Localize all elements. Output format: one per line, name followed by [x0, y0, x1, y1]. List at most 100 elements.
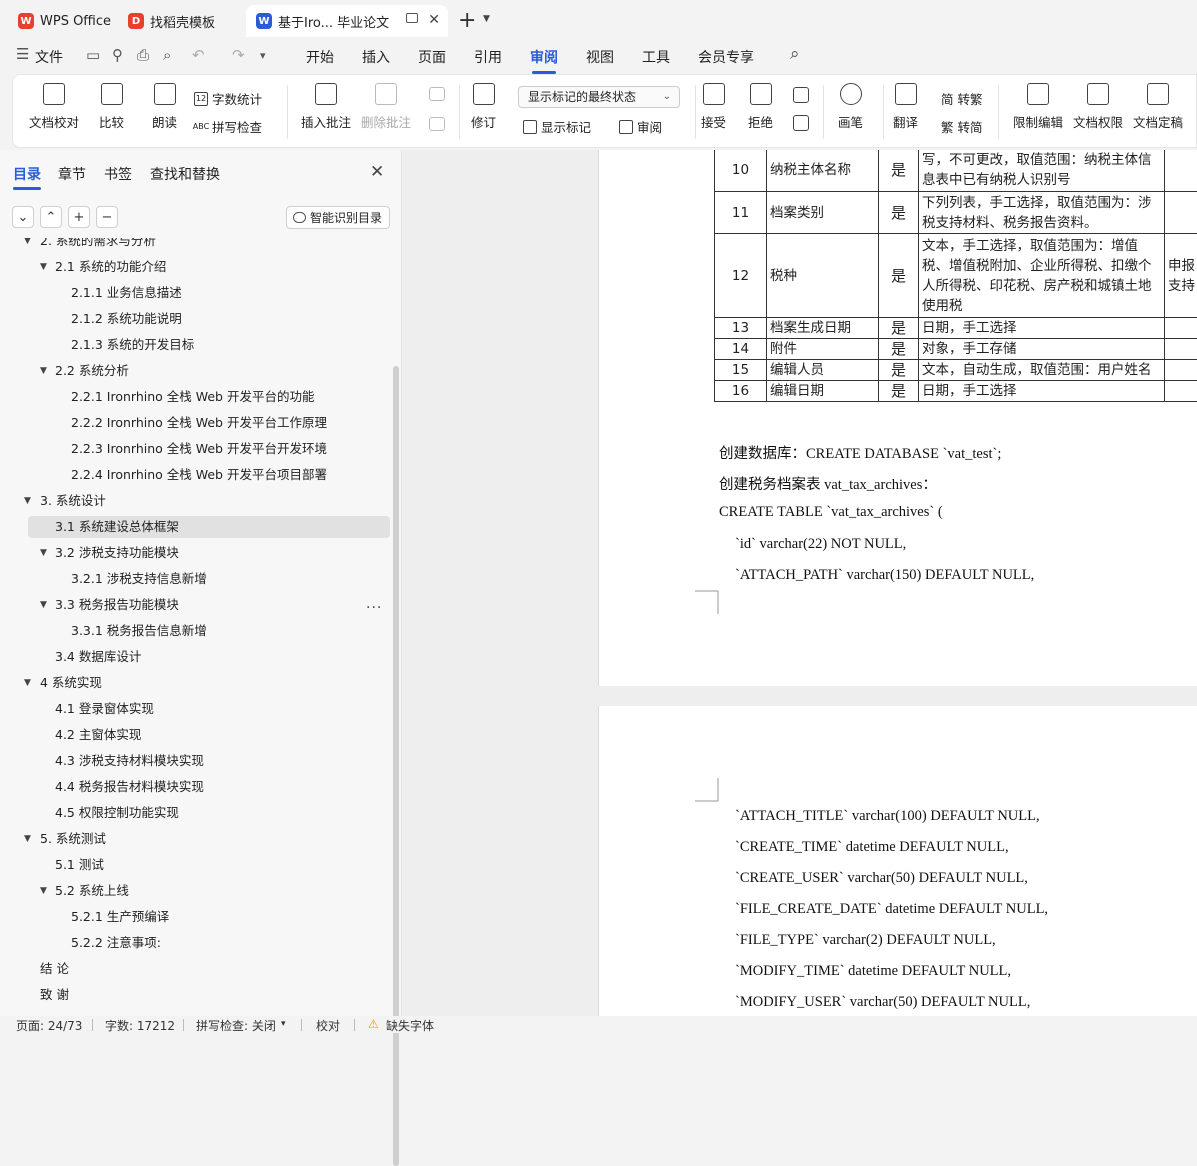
caret-down-icon[interactable]: ▼ — [24, 828, 31, 850]
caret-down-icon[interactable]: ▼ — [40, 542, 47, 564]
spell-check-indicator[interactable]: 拼写检查: 关闭 — [196, 1017, 276, 1034]
word-count-button[interactable]: 12 字数统计 — [194, 89, 262, 108]
toc-item[interactable]: ▼2.1 系统的功能介绍 — [0, 256, 392, 278]
caret-down-icon[interactable]: ▼ — [40, 256, 47, 278]
caret-down-icon[interactable]: ▼ — [24, 238, 31, 252]
undo-icon[interactable]: ↶ — [192, 46, 205, 64]
menu-icon[interactable]: ☰ — [16, 45, 29, 63]
prev-comment-button[interactable] — [429, 87, 445, 108]
nav-scrollbar[interactable] — [393, 366, 399, 1166]
toc-item[interactable]: 4.2 主窗体实现 — [0, 724, 392, 746]
doc-permission-button[interactable]: 文档权限 — [1073, 83, 1123, 131]
show-markup-button[interactable]: 显示标记 — [523, 117, 591, 136]
more-quick-icon[interactable]: ▾ — [260, 49, 266, 62]
toc-item[interactable]: 2.1.3 系统的开发目标 — [0, 334, 392, 356]
caret-down-icon[interactable]: ▼ — [40, 880, 47, 902]
share-icon[interactable]: ⚲ — [112, 46, 123, 64]
tab-wps-office[interactable]: W WPS Office — [8, 5, 113, 37]
toc-item[interactable]: ▼5.2 系统上线 — [0, 880, 392, 902]
print-preview-icon[interactable]: ⌕ — [163, 46, 171, 64]
toc-item[interactable]: 2.2.2 Ironrhino 全栈 Web 开发平台工作原理 — [0, 412, 392, 434]
close-tab-icon[interactable]: ✕ — [428, 12, 440, 28]
search-icon[interactable]: ⌕ — [790, 44, 800, 64]
toc-item[interactable]: 3.3.1 税务报告信息新增 — [0, 620, 392, 642]
toc-item[interactable]: ▼2.2 系统分析 — [0, 360, 392, 382]
save-icon[interactable]: ▭ — [86, 46, 100, 64]
menu-file[interactable]: 文件 — [35, 47, 63, 67]
toc-item[interactable]: 3.4 数据库设计 — [0, 646, 392, 668]
pen-button[interactable]: 画笔 — [838, 83, 863, 131]
toc-item[interactable]: 4.1 登录窗体实现 — [0, 698, 392, 720]
menu-references[interactable]: 引用 — [474, 47, 502, 67]
menu-page[interactable]: 页面 — [418, 47, 446, 67]
menu-home[interactable]: 开始 — [306, 47, 334, 67]
restrict-edit-button[interactable]: 限制编辑 — [1013, 83, 1063, 131]
missing-font-indicator[interactable]: 缺失字体 — [386, 1017, 434, 1034]
translate-button[interactable]: 翻译 — [893, 83, 918, 131]
toc-item[interactable]: ▼3. 系统设计 — [0, 490, 392, 512]
spell-check-button[interactable]: ABC 拼写检查 — [194, 117, 262, 136]
menu-tools[interactable]: 工具 — [642, 47, 670, 67]
menu-member[interactable]: 会员专享 — [698, 47, 754, 67]
toc-item[interactable]: 2.1.2 系统功能说明 — [0, 308, 392, 330]
menu-view[interactable]: 视图 — [586, 47, 614, 67]
delete-comment-button[interactable]: 删除批注 — [361, 83, 411, 131]
toc-item[interactable]: 4.5 权限控制功能实现 — [0, 802, 392, 824]
doc-finalize-button[interactable]: 文档定稿 — [1133, 83, 1183, 131]
next-change-button[interactable] — [793, 115, 809, 138]
tab-document[interactable]: W 基于Iro... 毕业论文 ✕ — [246, 5, 448, 37]
nav-tab-toc[interactable]: 目录 — [13, 164, 41, 184]
toc-item[interactable]: ▼4 系统实现 — [0, 672, 392, 694]
toc-item[interactable]: 5.1 测试 — [0, 854, 392, 876]
read-aloud-button[interactable]: 朗读 — [152, 83, 177, 131]
word-count-indicator[interactable]: 字数: 17212 — [105, 1017, 175, 1034]
new-tab-button[interactable]: + — [458, 8, 476, 33]
nav-tab-bookmarks[interactable]: 书签 — [104, 164, 132, 184]
tab-docer-templates[interactable]: D 找稻壳模板 — [118, 5, 242, 37]
compare-button[interactable]: 比较 — [99, 83, 124, 131]
markup-state-select[interactable]: 显示标记的最终状态 ⌄ — [518, 86, 680, 108]
redo-icon[interactable]: ↷ — [232, 46, 245, 64]
toc-item[interactable]: ▼2. 系统的需求与分析 — [0, 238, 392, 252]
toc-item[interactable]: 4.4 税务报告材料模块实现 — [0, 776, 392, 798]
expand-down-button[interactable]: ⌄ — [12, 206, 34, 228]
toc-item[interactable]: 4.3 涉税支持材料模块实现 — [0, 750, 392, 772]
more-options-icon[interactable]: ··· — [366, 600, 382, 616]
toc-item[interactable]: 结 论 — [0, 958, 392, 980]
reject-button[interactable]: 拒绝 — [748, 83, 773, 131]
toc-item[interactable]: 5.2.2 注意事项: — [0, 932, 392, 954]
next-comment-button[interactable] — [429, 117, 445, 138]
nav-tab-sections[interactable]: 章节 — [58, 164, 86, 184]
window-mode-icon[interactable] — [406, 13, 418, 23]
toc-item[interactable]: 3.1 系统建设总体框架 — [28, 516, 390, 538]
toc-item[interactable]: ▼5. 系统测试 — [0, 828, 392, 850]
to-traditional-button[interactable]: 简 转繁 — [941, 89, 982, 108]
collapse-up-button[interactable]: ⌃ — [40, 206, 62, 228]
caret-down-icon[interactable]: ▼ — [24, 672, 31, 694]
caret-down-icon[interactable]: ▼ — [24, 490, 31, 512]
prev-change-button[interactable] — [793, 87, 809, 110]
menu-review[interactable]: 审阅 — [530, 47, 558, 67]
chevron-down-icon[interactable]: ▾ — [281, 1019, 286, 1029]
remove-heading-button[interactable]: − — [96, 206, 118, 228]
toc-item[interactable]: 2.2.1 Ironrhino 全栈 Web 开发平台的功能 — [0, 386, 392, 408]
to-simplified-button[interactable]: 繁 转简 — [941, 117, 982, 136]
toc-item[interactable]: 3.2.1 涉税支持信息新增 — [0, 568, 392, 590]
revise-button[interactable]: 修订 — [471, 83, 496, 131]
toc-item[interactable]: ▼3.3 税务报告功能模块 — [0, 594, 392, 616]
accept-button[interactable]: 接受 — [701, 83, 726, 131]
insert-comment-button[interactable]: 插入批注 — [301, 83, 351, 131]
add-heading-button[interactable]: + — [68, 206, 90, 228]
print-icon[interactable]: ⎙ — [137, 46, 149, 64]
smart-toc-button[interactable]: 智能识别目录 — [286, 206, 390, 229]
toc-item[interactable]: 2.2.3 Ironrhino 全栈 Web 开发平台开发环境 — [0, 438, 392, 460]
toc-item[interactable]: 2.2.4 Ironrhino 全栈 Web 开发平台项目部署 — [0, 464, 392, 486]
review-pane-button[interactable]: 审阅 — [619, 117, 662, 136]
nav-tab-find-replace[interactable]: 查找和替换 — [150, 164, 220, 184]
menu-insert[interactable]: 插入 — [362, 47, 390, 67]
page-indicator[interactable]: 页面: 24/73 — [16, 1017, 82, 1034]
toc-item[interactable]: 致 谢 — [0, 984, 392, 1006]
toc-item[interactable]: ▼3.2 涉税支持功能模块 — [0, 542, 392, 564]
chevron-down-icon[interactable]: ▼ — [483, 14, 490, 24]
toc-item[interactable]: 5.2.1 生产预编译 — [0, 906, 392, 928]
